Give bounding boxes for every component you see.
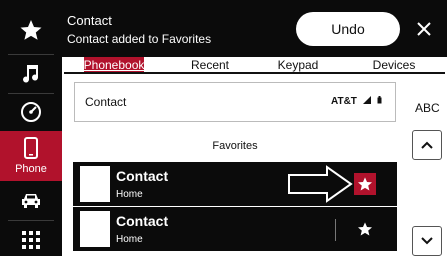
undo-button[interactable]: Undo	[296, 12, 400, 46]
favorite-type: Home	[116, 189, 143, 200]
battery-icon	[377, 96, 382, 104]
tab-underline	[64, 72, 445, 74]
signal-icon	[363, 96, 371, 104]
sidebar-item-favorites[interactable]	[0, 8, 62, 52]
chevron-down-icon	[421, 237, 433, 245]
scroll-up-button[interactable]	[412, 130, 442, 160]
favorite-star-button[interactable]	[354, 173, 376, 195]
favorite-name: Contact	[116, 168, 169, 184]
tab-phonebook[interactable]: Phonebook	[84, 57, 144, 73]
connected-contact-card[interactable]: Contact AT&T	[74, 82, 396, 122]
tab-keypad[interactable]: Keypad	[268, 57, 328, 73]
favorites-heading: Favorites	[212, 140, 258, 152]
phone-icon	[24, 137, 38, 159]
star-icon	[20, 20, 42, 40]
sidebar-item-gauge[interactable]	[0, 95, 62, 129]
notification-banner: Contact Contact added to Favorites Undo	[62, 0, 447, 57]
sidebar-item-label: Phone	[15, 163, 47, 175]
tab-devices[interactable]: Devices	[364, 57, 424, 73]
avatar	[80, 211, 110, 247]
carrier-name: AT&T	[331, 96, 357, 107]
sidebar-item-apps[interactable]	[0, 224, 62, 256]
gauge-icon	[21, 102, 41, 122]
divider	[335, 219, 336, 241]
apps-grid-icon	[22, 231, 40, 249]
favorite-star-button[interactable]	[354, 218, 376, 240]
favorite-name: Contact	[116, 213, 169, 229]
sidebar-item-music[interactable]	[0, 56, 62, 90]
car-icon	[22, 194, 40, 208]
sidebar: Phone	[0, 0, 62, 256]
favorite-row[interactable]: Contact Home	[73, 207, 397, 251]
tab-recent[interactable]: Recent	[180, 57, 240, 73]
avatar	[80, 166, 110, 202]
scroll-down-button[interactable]	[412, 226, 442, 256]
sidebar-item-car[interactable]	[0, 184, 62, 218]
banner-title: Contact	[67, 13, 112, 28]
close-icon	[417, 22, 431, 36]
banner-message: Contact added to Favorites	[67, 32, 212, 46]
favorite-type: Home	[116, 234, 143, 245]
star-icon	[358, 222, 372, 236]
pointer-arrow-icon	[288, 165, 353, 203]
sidebar-item-phone[interactable]: Phone	[0, 131, 62, 181]
star-icon	[358, 177, 372, 191]
card-contact-name: Contact	[85, 95, 127, 109]
music-icon	[23, 65, 39, 83]
close-button[interactable]	[412, 12, 436, 46]
tab-bar: Phonebook Recent Keypad Devices	[62, 57, 447, 74]
index-label: ABC	[415, 101, 440, 115]
chevron-up-icon	[421, 141, 433, 149]
